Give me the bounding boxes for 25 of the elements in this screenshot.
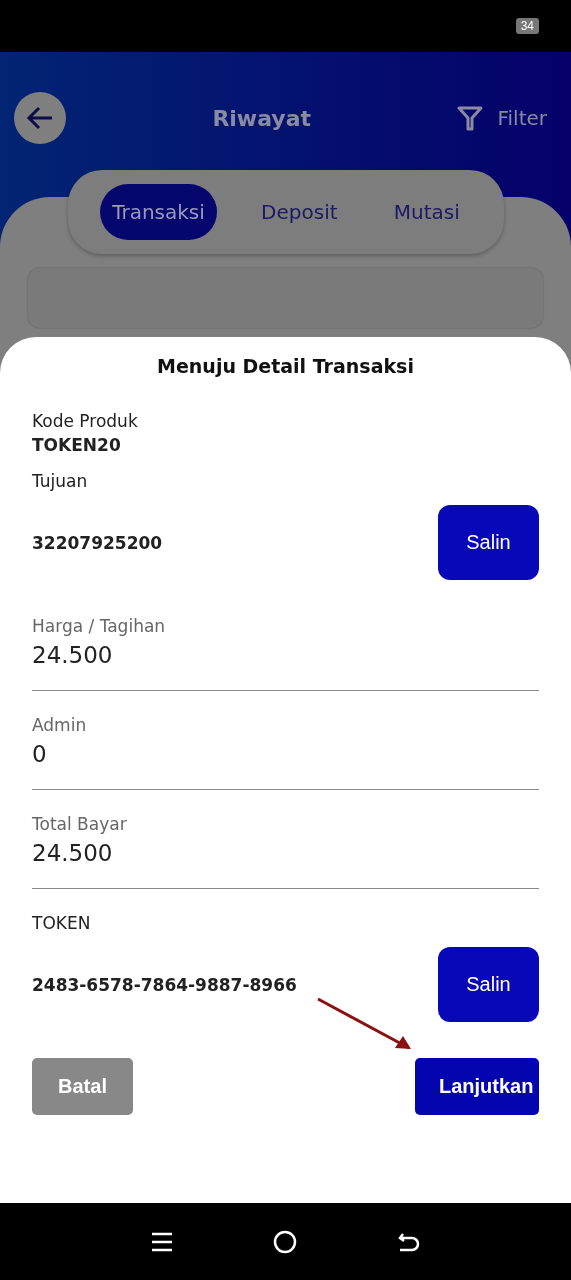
- back-button[interactable]: [14, 92, 66, 144]
- tab[interactable]: Mutasi: [381, 184, 472, 240]
- field-label: Tujuan: [32, 471, 89, 491]
- field-label: TOKEN: [32, 913, 92, 933]
- field-value: 32207925200: [32, 532, 163, 553]
- field-label: Kode Produk: [32, 411, 139, 431]
- battery-icon: 34: [515, 18, 539, 34]
- cancel-button[interactable]: Batal: [32, 1058, 133, 1115]
- field-value: 2483-6578-7864-9887-8966: [32, 974, 297, 995]
- input-field[interactable]: Total Bayar 24.500: [32, 814, 539, 889]
- tab[interactable]: Transaksi: [100, 184, 217, 240]
- input-field[interactable]: Admin 0: [32, 715, 539, 790]
- menu-icon[interactable]: [149, 1230, 174, 1253]
- copy-button[interactable]: Salin: [438, 505, 539, 580]
- dialog-title: Menuju Detail Transaksi: [156, 355, 415, 377]
- tab[interactable]: Deposit: [249, 184, 350, 240]
- home-icon[interactable]: [273, 1229, 298, 1254]
- copy-button[interactable]: Salin: [438, 947, 539, 1022]
- field-value: TOKEN20: [32, 435, 122, 455]
- back-arrow-icon: [26, 106, 54, 130]
- continue-button[interactable]: Lanjutkan: [415, 1058, 539, 1115]
- filter-button[interactable]: Filter: [457, 105, 547, 131]
- filter-icon: [457, 105, 484, 131]
- input-field[interactable]: Harga / Tagihan 24.500: [32, 616, 539, 691]
- page-title: Riwayat: [211, 105, 313, 131]
